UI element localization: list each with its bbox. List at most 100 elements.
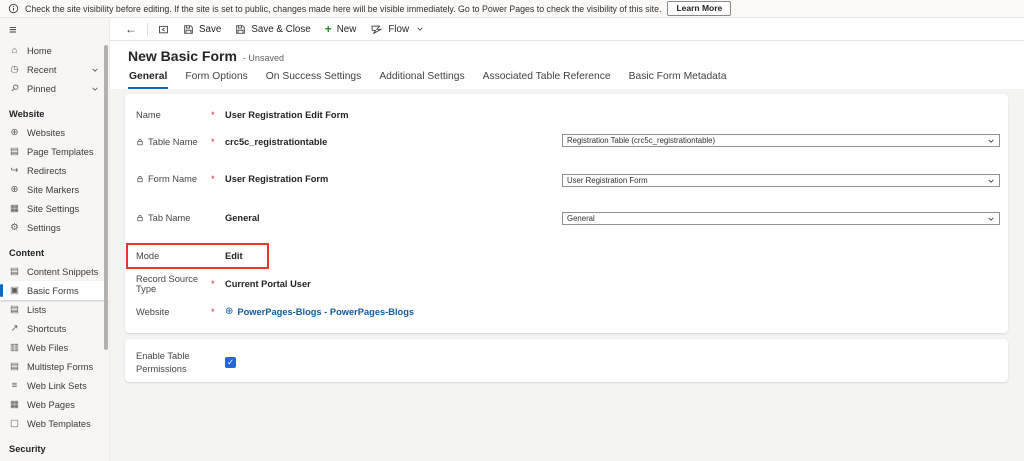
- enable-table-permissions-checkbox[interactable]: ✓: [225, 357, 236, 368]
- sidebar-item-label: Web Link Sets: [27, 381, 87, 391]
- sidebar-item-multistep-forms[interactable]: ▤ Multistep Forms: [0, 357, 109, 376]
- pin-icon: ⚲: [7, 81, 23, 97]
- tab-on-success-settings[interactable]: On Success Settings: [265, 71, 363, 89]
- learn-more-button[interactable]: Learn More: [667, 1, 731, 16]
- sidebar-item-label: Basic Forms: [27, 286, 79, 296]
- form-name-label: Form Name: [136, 174, 211, 184]
- chevron-down-icon: [987, 177, 995, 185]
- chevron-down-icon: [987, 215, 995, 223]
- flow-icon: [370, 24, 383, 35]
- table-name-value[interactable]: crc5c_registrationtable: [225, 137, 327, 147]
- required-asterisk: *: [211, 277, 225, 290]
- sidebar-item-label: Websites: [27, 128, 65, 138]
- sidebar-item-page-templates[interactable]: ▤ Page Templates: [0, 142, 109, 161]
- sidebar-item-pinned[interactable]: ⚲ Pinned: [0, 79, 109, 98]
- record-source-type-value[interactable]: Current Portal User: [225, 279, 311, 289]
- sidebar-item-label: Multistep Forms: [27, 362, 93, 372]
- sidebar-item-websites[interactable]: ⊕ Websites: [0, 123, 109, 142]
- save-close-label: Save & Close: [251, 24, 310, 35]
- sidebar-item-web-pages[interactable]: ▦ Web Pages: [0, 395, 109, 414]
- website-label: Website: [136, 307, 211, 317]
- chevron-down-icon: [987, 137, 995, 145]
- tab-name-select[interactable]: General: [562, 212, 1000, 225]
- field-row-website: Website * ⊕ PowerPages-Blogs - PowerPage…: [136, 305, 414, 318]
- form-content: Name * User Registration Edit Form Table…: [110, 89, 1024, 461]
- settings-grid-icon: ▦: [9, 203, 20, 214]
- sidebar-item-label: Shortcuts: [27, 324, 66, 334]
- banner-message: Check the site visibility before editing…: [25, 4, 661, 14]
- website-link[interactable]: ⊕ PowerPages-Blogs - PowerPages-Blogs: [225, 306, 414, 317]
- required-asterisk: *: [211, 305, 225, 318]
- sidebar-item-home[interactable]: ⌂ Home: [0, 41, 109, 60]
- sidebar-item-basic-forms[interactable]: ▣ Basic Forms: [0, 281, 109, 300]
- sidebar-item-lists[interactable]: ▤ Lists: [0, 300, 109, 319]
- name-value[interactable]: User Registration Edit Form: [225, 110, 348, 120]
- sidebar-scrollbar[interactable]: [104, 45, 108, 350]
- sidebar-item-shortcuts[interactable]: ↗ Shortcuts: [0, 319, 109, 338]
- sidebar-item-site-markers[interactable]: ⊕ Site Markers: [0, 180, 109, 199]
- back-arrow-icon: ←: [125, 22, 137, 36]
- mode-value[interactable]: Edit: [225, 251, 243, 261]
- new-button[interactable]: + New: [318, 18, 364, 40]
- required-asterisk: *: [211, 135, 225, 148]
- sidebar-item-label: Web Pages: [27, 400, 75, 410]
- file-icon: ▥: [9, 342, 20, 353]
- redirect-arrow-icon: ↪: [9, 165, 20, 176]
- tab-general[interactable]: General: [128, 71, 168, 89]
- table-name-select-value: Registration Table (crc5c_registrationta…: [567, 136, 715, 145]
- popout-icon: [158, 24, 169, 35]
- tab-name-value[interactable]: General: [225, 213, 260, 223]
- field-row-table-name: Table Name * crc5c_registrationtable: [136, 135, 327, 148]
- tab-basic-form-metadata[interactable]: Basic Form Metadata: [628, 71, 728, 89]
- sidebar-item-site-settings[interactable]: ▦ Site Settings: [0, 199, 109, 218]
- chevron-down-icon: [416, 25, 424, 33]
- popout-button[interactable]: [151, 18, 176, 40]
- info-icon: [8, 3, 19, 14]
- sidebar-item-label: Settings: [27, 223, 61, 233]
- sidebar-section-security: Security: [0, 433, 109, 458]
- field-row-mode: Mode Edit: [136, 249, 243, 262]
- lock-icon: [136, 138, 144, 146]
- table-name-select[interactable]: Registration Table (crc5c_registrationta…: [562, 134, 1000, 147]
- sidebar-item-web-files[interactable]: ▥ Web Files: [0, 338, 109, 357]
- page-title: New Basic Form: [128, 48, 237, 64]
- form-name-select[interactable]: User Registration Form: [562, 174, 1000, 187]
- sidebar-item-label: Content Snippets: [27, 267, 98, 277]
- save-icon: [183, 24, 194, 35]
- template-icon: ▢: [9, 418, 20, 429]
- new-label: New: [337, 24, 357, 35]
- sidebar-section-website: Website: [0, 98, 109, 123]
- hamburger-menu-icon[interactable]: ≡: [0, 18, 109, 41]
- form-edit-icon: ▣: [9, 285, 20, 296]
- back-button[interactable]: ←: [118, 18, 144, 40]
- tab-form-options[interactable]: Form Options: [184, 71, 248, 89]
- sidebar-item-recent[interactable]: ◷ Recent: [0, 60, 109, 79]
- chevron-down-icon: [91, 85, 99, 93]
- sidebar-item-label: Lists: [27, 305, 46, 315]
- sidebar-item-redirects[interactable]: ↪ Redirects: [0, 161, 109, 180]
- field-row-record-source-type: Record Source Type * Current Portal User: [136, 277, 311, 290]
- sidebar-item-content-snippets[interactable]: ▤ Content Snippets: [0, 262, 109, 281]
- flow-label: Flow: [388, 24, 409, 35]
- sidebar: ≡ ⌂ Home ◷ Recent ⚲ Pinned Website ⊕ Web…: [0, 18, 110, 461]
- tab-additional-settings[interactable]: Additional Settings: [378, 71, 465, 89]
- sidebar-item-label: Redirects: [27, 166, 66, 176]
- sidebar-item-settings[interactable]: ⚙ Settings: [0, 218, 109, 237]
- sidebar-item-label: Web Files: [27, 343, 68, 353]
- globe-icon: ⊕: [9, 184, 20, 195]
- save-and-close-button[interactable]: Save & Close: [228, 18, 317, 40]
- shortcut-icon: ↗: [9, 323, 20, 334]
- document-icon: ▤: [9, 146, 20, 157]
- link-set-icon: ≡: [9, 380, 20, 391]
- sidebar-item-web-link-sets[interactable]: ≡ Web Link Sets: [0, 376, 109, 395]
- toolbar-divider: [147, 23, 148, 36]
- form-name-value[interactable]: User Registration Form: [225, 174, 328, 184]
- globe-icon: ⊕: [225, 306, 233, 317]
- home-icon: ⌂: [9, 45, 20, 56]
- tab-associated-table-reference[interactable]: Associated Table Reference: [482, 71, 612, 89]
- save-button[interactable]: Save: [176, 18, 228, 40]
- flow-button[interactable]: Flow: [363, 18, 431, 40]
- sidebar-item-web-templates[interactable]: ▢ Web Templates: [0, 414, 109, 433]
- command-bar: ← Save Save & Close + New Flow: [110, 18, 1024, 41]
- save-close-icon: [235, 24, 246, 35]
